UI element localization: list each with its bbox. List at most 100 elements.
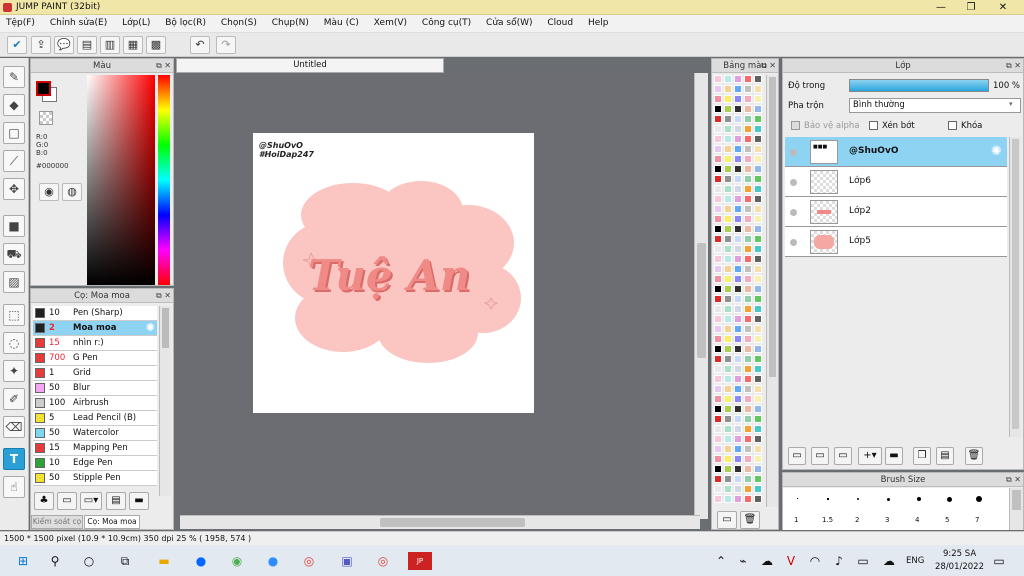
palette-swatch[interactable]: [724, 235, 732, 243]
brush-row[interactable]: 15 nhìn r:): [33, 336, 157, 351]
chrome-profile-icon[interactable]: ◎: [374, 552, 392, 570]
canvas-paper[interactable]: @ShuOvO #HoiDap247 Tuệ An: [253, 133, 534, 413]
grid-icon[interactable]: ▩: [146, 36, 166, 54]
brush-row[interactable]: 15 Mapping Pen: [33, 441, 157, 456]
palette-swatch[interactable]: [744, 185, 752, 193]
palette-swatch[interactable]: [744, 145, 752, 153]
palette-swatch[interactable]: [754, 355, 762, 363]
merge-layer-icon[interactable]: ▤: [936, 447, 954, 465]
size-dot[interactable]: [947, 497, 952, 502]
palette-swatch[interactable]: [734, 285, 742, 293]
palette-swatch[interactable]: [714, 215, 722, 223]
palette-swatch[interactable]: [734, 75, 742, 83]
palette-swatch[interactable]: [754, 75, 762, 83]
palette-swatch[interactable]: [754, 235, 762, 243]
palette-swatch[interactable]: [744, 85, 752, 93]
vpn-icon[interactable]: V: [782, 552, 800, 570]
palette-swatch[interactable]: [754, 475, 762, 483]
message-icon[interactable]: ▤: [77, 36, 97, 54]
palette-swatch[interactable]: [724, 435, 732, 443]
palette-swatch[interactable]: [734, 385, 742, 393]
palette-swatch[interactable]: [734, 225, 742, 233]
palette-swatch[interactable]: [714, 235, 722, 243]
palette-swatch[interactable]: [754, 455, 762, 463]
palette-swatch[interactable]: [734, 375, 742, 383]
brush-scrollbar[interactable]: [159, 306, 171, 496]
palette-swatch[interactable]: [744, 215, 752, 223]
palette-swatch[interactable]: [734, 185, 742, 193]
palette-swatch[interactable]: [744, 225, 752, 233]
palette-icon[interactable]: ◍: [62, 183, 82, 201]
palette-swatch[interactable]: [724, 315, 732, 323]
palette-swatch[interactable]: [714, 105, 722, 113]
palette-swatch[interactable]: [754, 85, 762, 93]
palette-swatch[interactable]: [734, 205, 742, 213]
size-dot[interactable]: [917, 497, 921, 501]
palette-swatch[interactable]: [714, 75, 722, 83]
palette-swatch[interactable]: [744, 175, 752, 183]
palette-swatch[interactable]: [714, 285, 722, 293]
fill-rect-icon[interactable]: ■: [3, 215, 25, 237]
layer-row-2[interactable]: Lớp2: [785, 197, 1007, 227]
palette-swatch[interactable]: [734, 265, 742, 273]
palette-swatch[interactable]: [754, 155, 762, 163]
palette-swatch[interactable]: [744, 355, 752, 363]
share-icon[interactable]: ⇪: [31, 36, 51, 54]
palette-swatch[interactable]: [724, 115, 732, 123]
palette-swatch[interactable]: [754, 165, 762, 173]
palette-swatch[interactable]: [714, 375, 722, 383]
palette-swatch[interactable]: [724, 105, 732, 113]
palette-swatch[interactable]: [734, 275, 742, 283]
palette-swatch[interactable]: [744, 465, 752, 473]
palette-swatch[interactable]: [744, 405, 752, 413]
palette-swatch[interactable]: [734, 465, 742, 473]
palette-swatch[interactable]: [714, 475, 722, 483]
palette-scrollbar[interactable]: [766, 75, 778, 507]
menu-edit[interactable]: Chỉnh sửa(E): [44, 15, 113, 28]
chevron-up-icon[interactable]: ⌃: [712, 552, 730, 570]
panel-buttons[interactable]: ⧉ ✕: [1006, 61, 1021, 71]
tab-untitled[interactable]: Untitled: [176, 58, 444, 73]
palette-swatch[interactable]: [754, 245, 762, 253]
palette-swatch[interactable]: [744, 345, 752, 353]
palette-swatch[interactable]: [754, 145, 762, 153]
palette-swatch[interactable]: [734, 125, 742, 133]
palette-swatch[interactable]: [724, 335, 732, 343]
palette-swatch[interactable]: [734, 165, 742, 173]
protect-alpha-checkbox[interactable]: [791, 121, 800, 130]
gradient-tool-icon[interactable]: ▨: [3, 271, 25, 293]
palette-swatch[interactable]: [734, 325, 742, 333]
brush-row[interactable]: 50 Watercolor: [33, 426, 157, 441]
palette-swatch[interactable]: [714, 445, 722, 453]
palette-swatch[interactable]: [744, 325, 752, 333]
hand-tool-icon[interactable]: ☝: [3, 476, 25, 498]
palette-swatch[interactable]: [724, 485, 732, 493]
palette-swatch[interactable]: [724, 245, 732, 253]
palette-swatch[interactable]: [754, 105, 762, 113]
maximize-button[interactable]: ❐: [956, 0, 986, 15]
palette-swatch[interactable]: [744, 155, 752, 163]
palette-swatch[interactable]: [744, 95, 752, 103]
move-tool-icon[interactable]: ✥: [3, 178, 25, 200]
palette-swatch[interactable]: [714, 495, 722, 503]
palette-swatch[interactable]: [734, 305, 742, 313]
zalo-icon[interactable]: ●: [192, 552, 210, 570]
add-layer-menu-icon[interactable]: +▾: [858, 447, 882, 465]
minimize-button[interactable]: —: [926, 0, 956, 15]
palette-swatch[interactable]: [714, 265, 722, 273]
text-tool-icon[interactable]: T: [3, 448, 25, 470]
palette-swatch[interactable]: [744, 495, 752, 503]
palette-swatch[interactable]: [714, 405, 722, 413]
palette-swatch[interactable]: [744, 395, 752, 403]
brush-row[interactable]: 2 Moa moa ✺: [33, 321, 157, 336]
palette-swatch[interactable]: [734, 445, 742, 453]
palette-swatch[interactable]: [734, 145, 742, 153]
visibility-icon[interactable]: [790, 179, 797, 186]
tab-brush-control[interactable]: Kiểm soát cọ: [31, 515, 83, 529]
transparent-swatch[interactable]: [39, 111, 53, 125]
palette-swatch[interactable]: [724, 215, 732, 223]
palette-swatch[interactable]: [714, 385, 722, 393]
canvas-vertical-scrollbar[interactable]: [694, 73, 708, 519]
app-icon-green[interactable]: ◉: [228, 552, 246, 570]
color-wheel-icon[interactable]: ◉: [39, 183, 59, 201]
